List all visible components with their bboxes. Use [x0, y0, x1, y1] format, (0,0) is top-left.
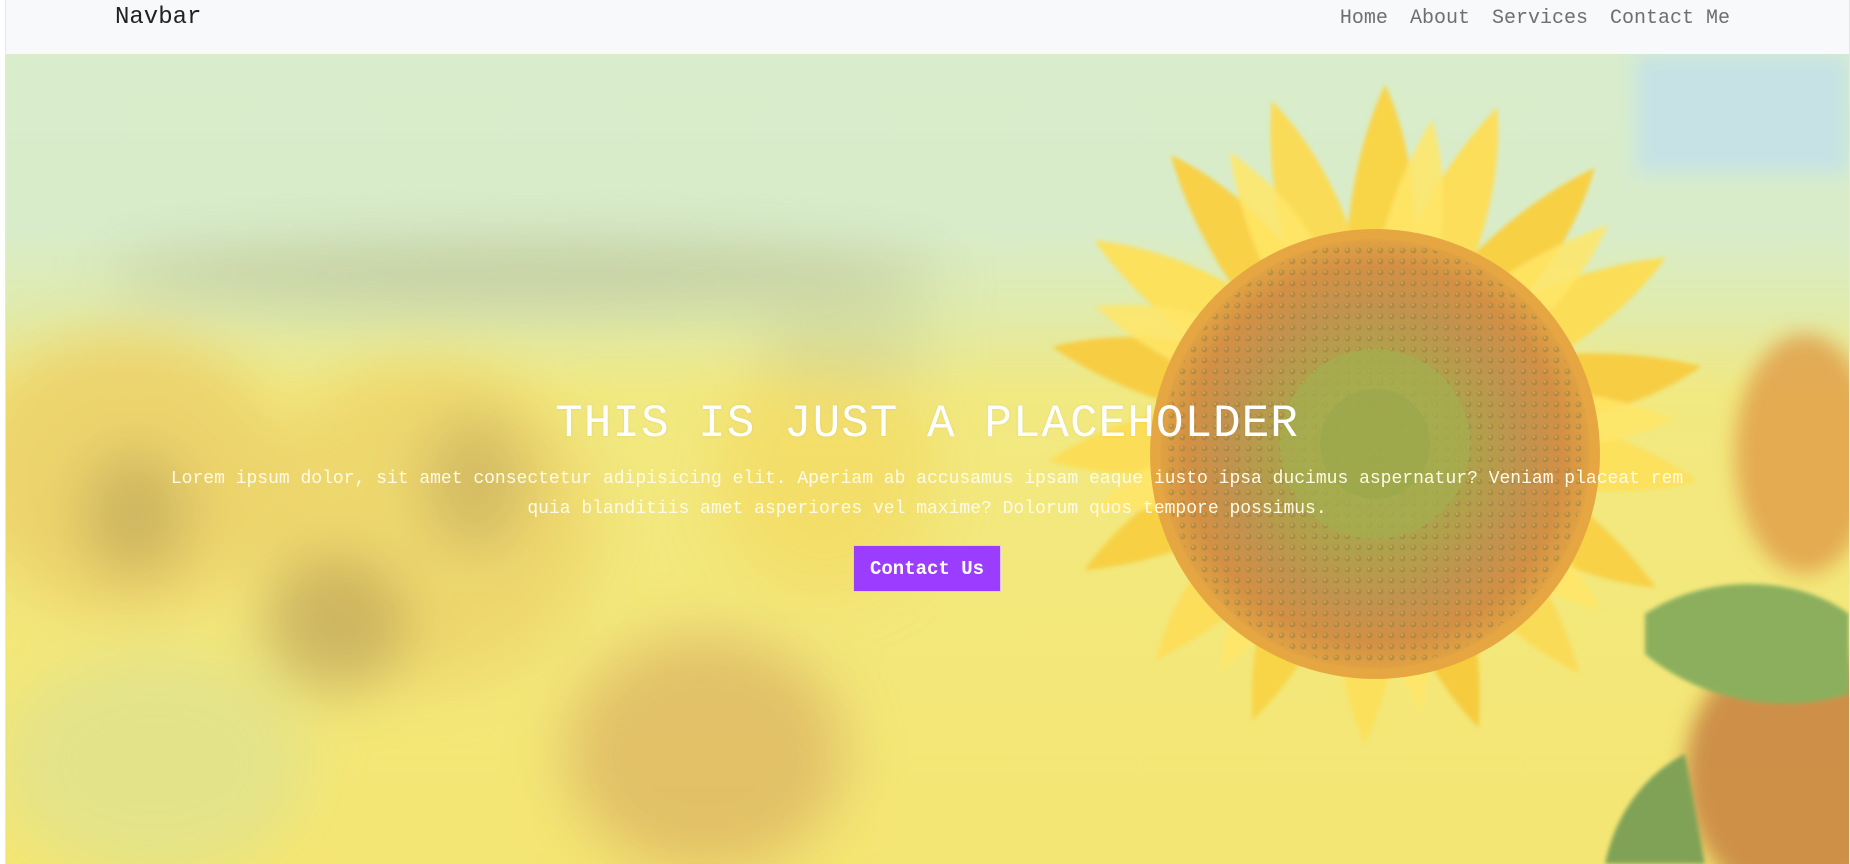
nav-link-about[interactable]: About — [1410, 7, 1470, 30]
nav-link-contact-me[interactable]: Contact Me — [1610, 7, 1730, 30]
navbar-brand[interactable]: Navbar — [115, 4, 201, 31]
hero-title: THIS IS JUST A PLACEHOLDER — [555, 398, 1299, 450]
page: Navbar Home About Services Contact Me TH… — [0, 0, 1850, 864]
hero-section: THIS IS JUST A PLACEHOLDER Lorem ipsum d… — [5, 54, 1849, 864]
hero-content: THIS IS JUST A PLACEHOLDER Lorem ipsum d… — [5, 398, 1849, 592]
window-left-edge — [0, 0, 6, 864]
nav-link-services[interactable]: Services — [1492, 7, 1588, 30]
nav-link-home[interactable]: Home — [1340, 7, 1388, 30]
nav-links: Home About Services Contact Me — [1340, 7, 1730, 30]
contact-us-button[interactable]: Contact Us — [852, 545, 1002, 592]
navbar: Navbar Home About Services Contact Me — [5, 0, 1849, 54]
hero-description: Lorem ipsum dolor, sit amet consectetur … — [170, 469, 1684, 519]
